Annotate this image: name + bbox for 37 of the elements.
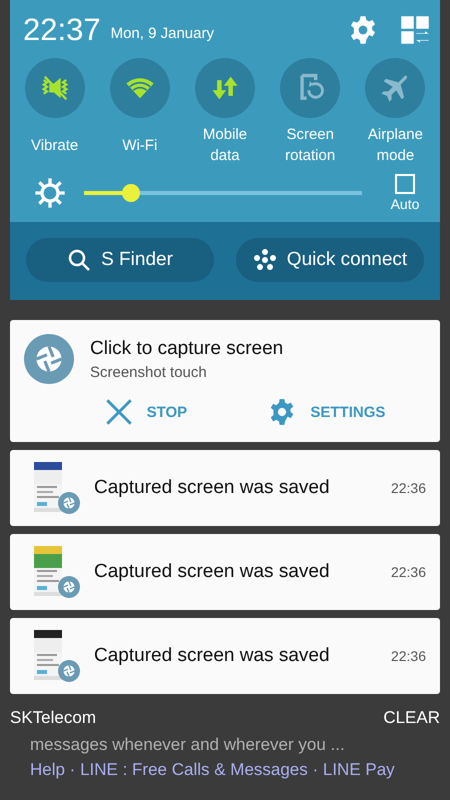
clear-button[interactable]: CLEAR: [383, 708, 440, 728]
edit-tiles-icon[interactable]: [400, 15, 430, 45]
shutter-icon: [58, 492, 80, 514]
shutter-icon: [24, 334, 74, 384]
auto-label: Auto: [390, 196, 420, 212]
clock-time: 22:37: [23, 12, 101, 48]
notification-title: Captured screen was saved: [94, 645, 331, 667]
notification-subtitle: Screenshot touch: [90, 364, 208, 380]
settings-icon[interactable]: [348, 15, 378, 45]
notification-time: 22:36: [390, 564, 426, 580]
notification-time: 22:36: [390, 480, 426, 496]
notification-card[interactable]: Captured screen was saved 22:36: [10, 534, 440, 610]
auto-checkbox[interactable]: [395, 174, 415, 194]
carrier-label: SKTelecom: [10, 708, 96, 728]
brightness-icon: [34, 177, 66, 209]
toggle-label: Wi-Fi: [122, 136, 158, 156]
date-label: Mon, 9 January: [110, 24, 215, 42]
quick-connect-button[interactable]: Quick connect: [236, 238, 424, 282]
toggle-label: Screen rotation: [284, 125, 336, 166]
s-finder-button[interactable]: S Finder: [26, 238, 214, 282]
shutter-icon: [58, 576, 80, 598]
toggle-label: Mobile data: [202, 125, 248, 166]
notification-card[interactable]: Captured screen was saved 22:36: [10, 450, 440, 526]
close-icon: [104, 398, 133, 426]
notification-title: Captured screen was saved: [94, 477, 331, 499]
result-links: Help · LINE : Free Calls & Messages · LINE Pay: [30, 759, 396, 781]
snippet-text: messages whenever and wherever you ...: [30, 734, 346, 756]
shutter-icon: [58, 660, 80, 682]
search-icon: [67, 248, 92, 272]
toggle-label: Vibrate: [30, 136, 78, 156]
notification-title: Click to capture screen: [90, 338, 284, 360]
slider-thumb[interactable]: [122, 184, 140, 202]
toggle-label: Airplane mode: [366, 125, 424, 166]
notification-card[interactable]: Captured screen was saved 22:36: [10, 618, 440, 694]
notification-title: Captured screen was saved: [94, 561, 331, 583]
connect-nodes-icon: [252, 248, 277, 272]
notification-time: 22:36: [390, 648, 426, 664]
